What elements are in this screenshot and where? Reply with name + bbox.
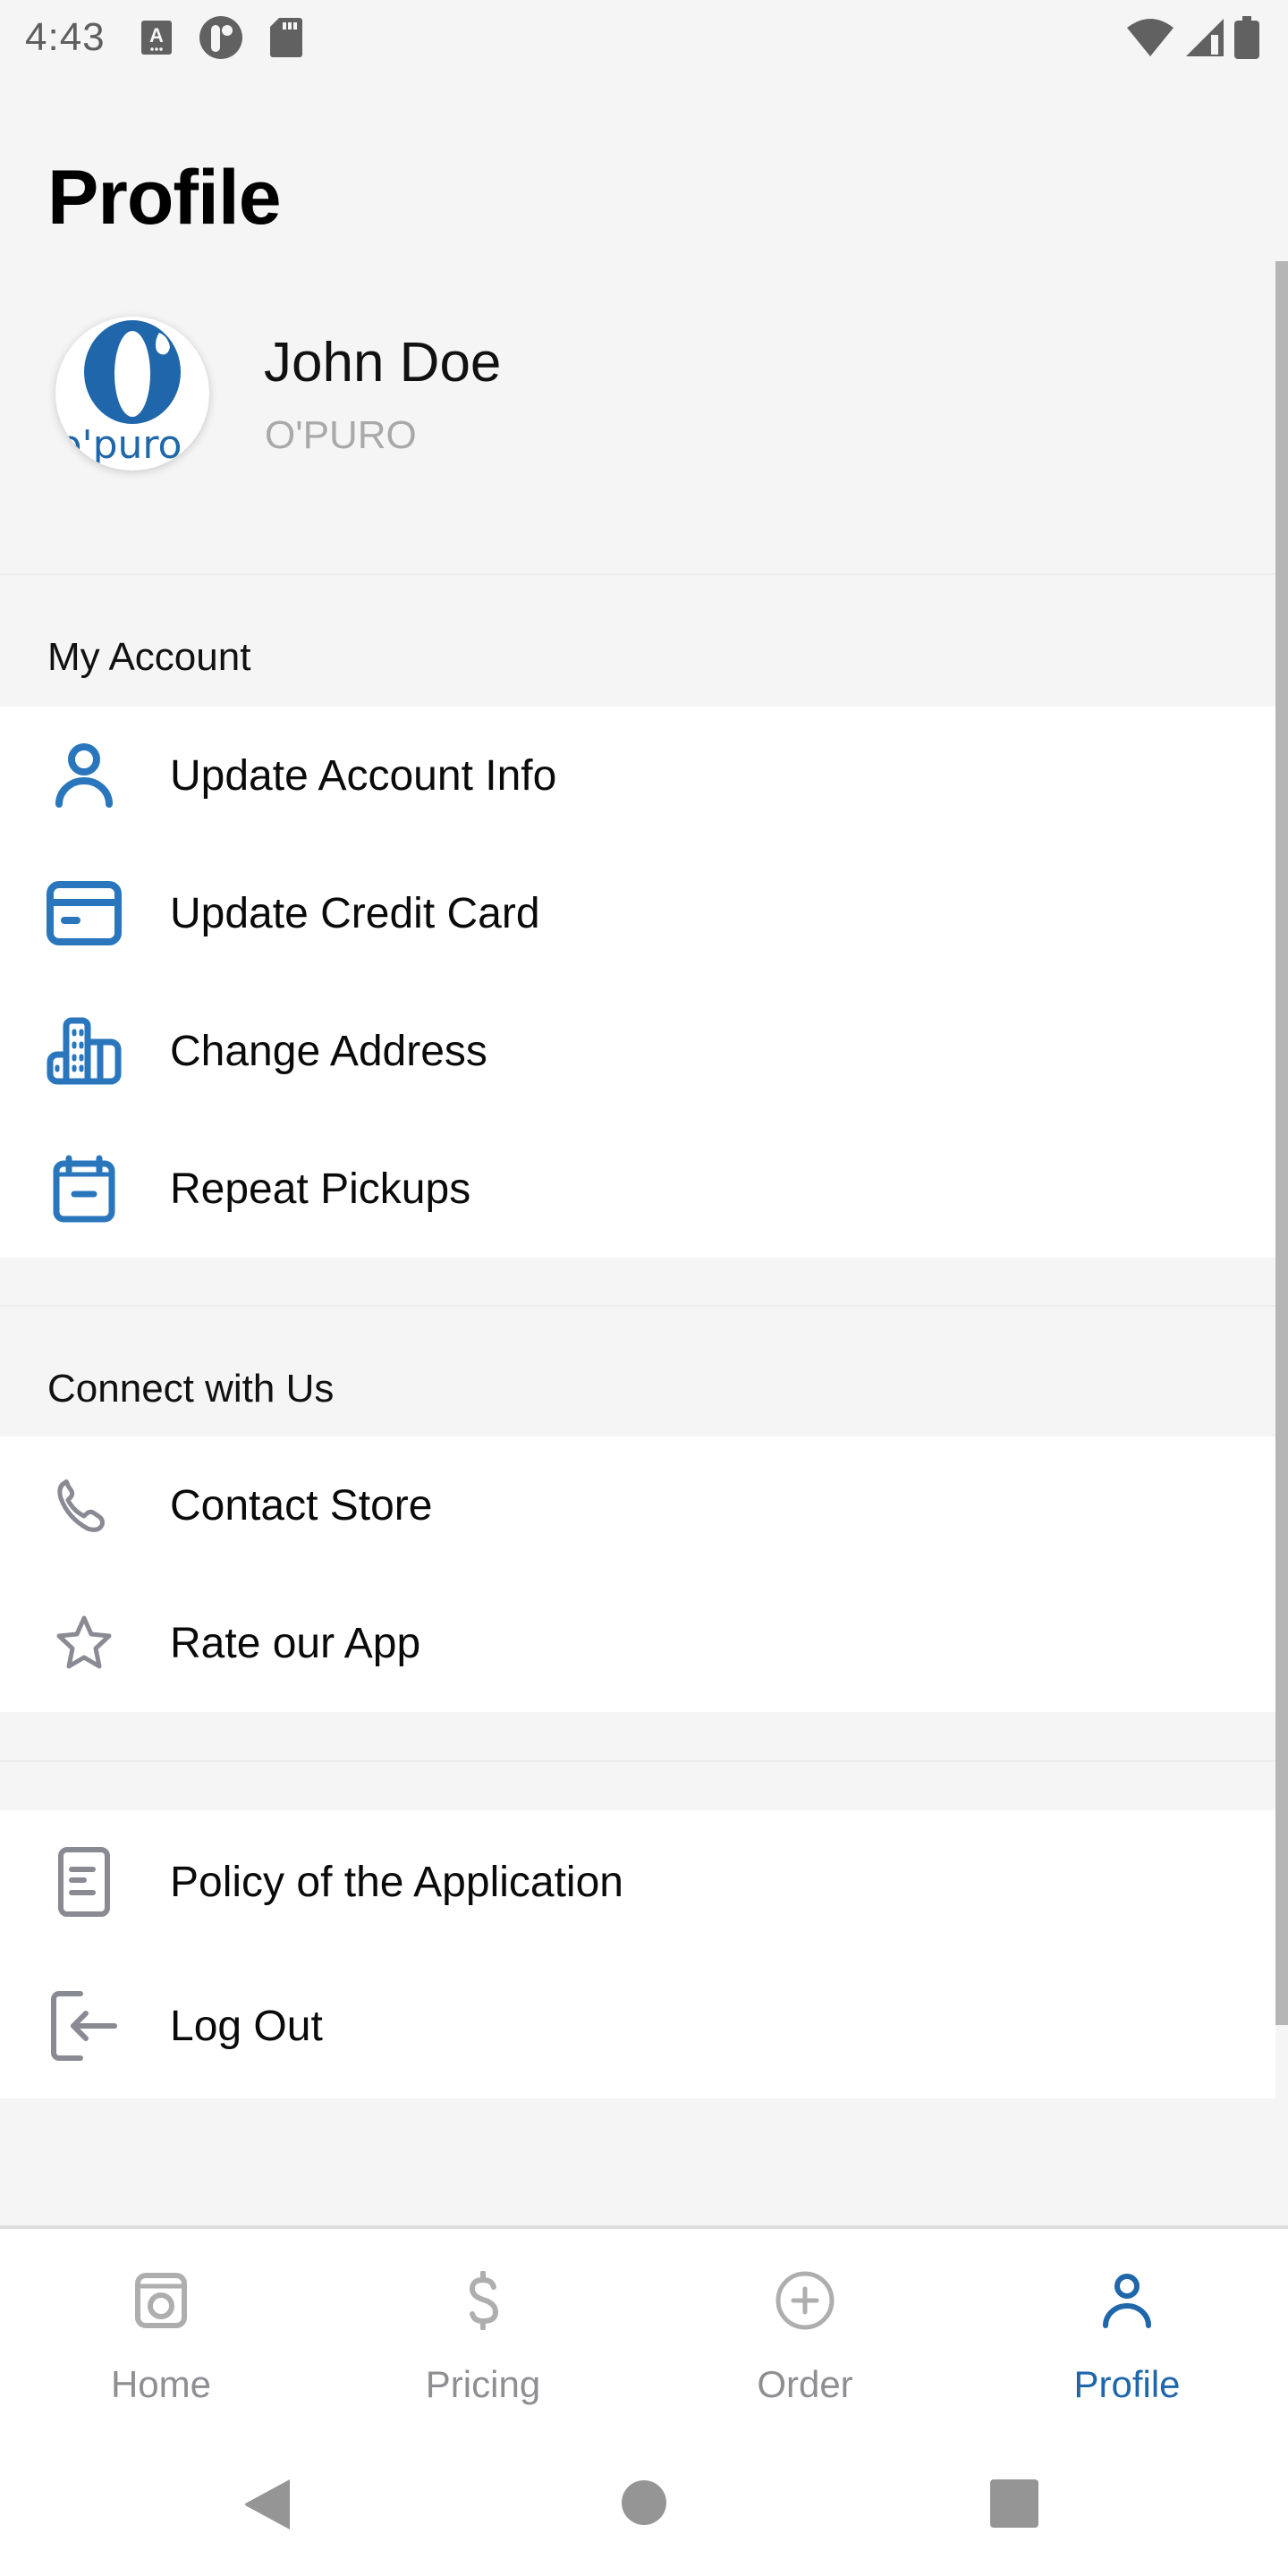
section-header-connect-with-us: Connect with Us	[0, 1306, 1275, 1438]
divider	[0, 1760, 1275, 1762]
back-icon[interactable]	[243, 2478, 293, 2536]
recents-icon[interactable]	[990, 2479, 1038, 2532]
status-time: 4:43	[25, 15, 106, 59]
dollar-icon	[447, 2265, 519, 2336]
menu-item-contact-store[interactable]: Contact Store	[0, 1436, 1275, 1574]
menu-item-label: Log Out	[170, 2002, 323, 2050]
section-title: Connect with Us	[47, 1367, 335, 1411]
menu-group-other: Policy of the Application Log Out	[0, 1810, 1275, 2098]
cell-signal-icon	[1184, 17, 1225, 58]
menu-item-label: Update Account Info	[170, 751, 557, 800]
app-notification-icon	[199, 15, 243, 60]
wifi-icon	[1125, 17, 1175, 58]
battery-icon	[1234, 16, 1259, 59]
home-icon[interactable]	[621, 2479, 667, 2530]
section-header-my-account: My Account	[0, 574, 1275, 707]
user-company: O'PURO	[265, 413, 417, 457]
page-title: Profile	[47, 155, 282, 241]
star-icon	[45, 1604, 123, 1682]
svg-text:A: A	[149, 24, 164, 47]
profile-header: o'puro John Doe O'PURO	[0, 304, 1288, 572]
logout-icon	[45, 1987, 123, 2065]
tab-home[interactable]: Home	[0, 2229, 322, 2422]
menu-item-label: Contact Store	[170, 1481, 433, 1530]
sd-card-icon	[269, 18, 302, 57]
menu-item-repeat-pickups[interactable]: Repeat Pickups	[0, 1120, 1275, 1258]
menu-item-update-account-info[interactable]: Update Account Info	[0, 707, 1275, 844]
system-nav-bar	[0, 2422, 1288, 2576]
user-name: John Doe	[264, 332, 502, 394]
menu-item-label: Repeat Pickups	[170, 1165, 471, 1213]
status-bar: 4:43 A	[0, 0, 1288, 75]
tab-order[interactable]: Order	[644, 2229, 966, 2422]
menu-item-label: Policy of the Application	[170, 1858, 623, 1906]
menu-group-my-account: Update Account Info Update Credit Card C…	[0, 707, 1275, 1258]
bottom-nav: Home Pricing Order Profile	[0, 2225, 1288, 2422]
keyboard-a-icon: A	[140, 21, 172, 55]
phone-icon	[45, 1466, 123, 1545]
menu-item-label: Change Address	[170, 1027, 487, 1075]
opuro-logo-icon: o'puro	[58, 320, 182, 468]
section-title: My Account	[47, 635, 251, 679]
building-icon	[45, 1012, 123, 1090]
tab-label: Home	[110, 2363, 212, 2405]
scrollbar[interactable]	[1275, 261, 1288, 2025]
credit-card-icon	[45, 874, 123, 953]
menu-item-change-address[interactable]: Change Address	[0, 982, 1275, 1120]
calendar-icon	[45, 1149, 123, 1228]
menu-item-update-credit-card[interactable]: Update Credit Card	[0, 844, 1275, 982]
menu-item-label: Rate our App	[170, 1619, 421, 1667]
user-icon	[1091, 2265, 1163, 2336]
menu-group-connect-with-us: Contact Store Rate our App	[0, 1436, 1275, 1712]
menu-item-label: Update Credit Card	[170, 889, 540, 937]
tab-profile[interactable]: Profile	[966, 2229, 1288, 2422]
tab-label: Profile	[1073, 2363, 1181, 2405]
tab-label: Pricing	[425, 2363, 541, 2405]
menu-item-policy[interactable]: Policy of the Application	[0, 1810, 1275, 1953]
avatar[interactable]: o'puro	[55, 317, 209, 470]
svg-text:o'puro: o'puro	[58, 422, 182, 468]
tab-pricing[interactable]: Pricing	[322, 2229, 644, 2422]
menu-item-log-out[interactable]: Log Out	[0, 1953, 1275, 2098]
menu-item-rate-our-app[interactable]: Rate our App	[0, 1574, 1275, 1712]
user-icon	[45, 736, 123, 815]
tab-label: Order	[757, 2363, 853, 2405]
washing-machine-icon	[125, 2265, 197, 2336]
document-icon	[45, 1843, 123, 1921]
plus-circle-icon	[769, 2265, 841, 2336]
